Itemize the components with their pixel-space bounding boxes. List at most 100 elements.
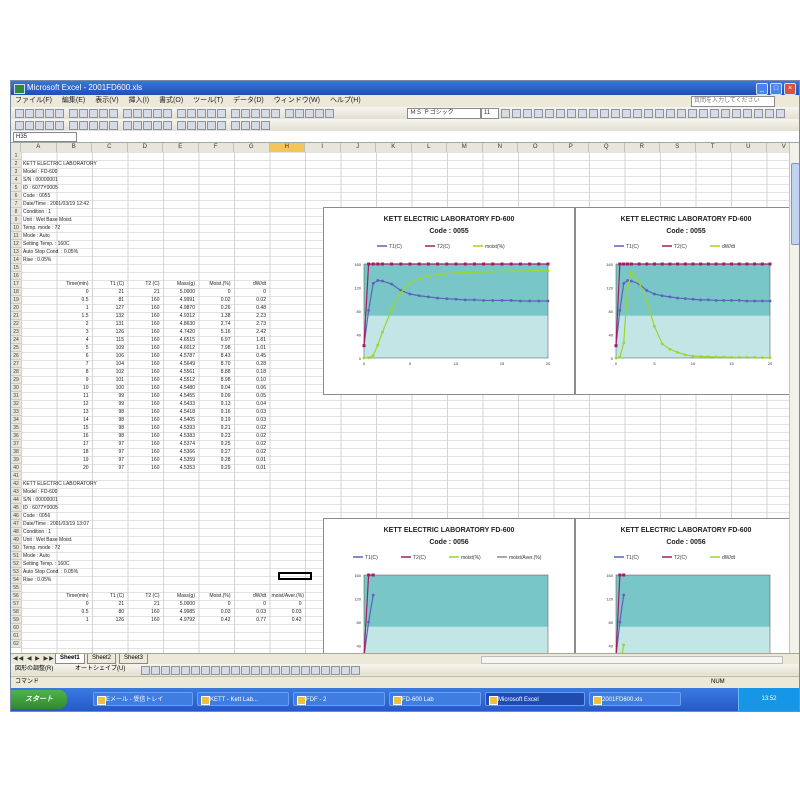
menu-format[interactable]: 書式(O) <box>155 95 187 107</box>
toolbar-button[interactable] <box>231 109 240 118</box>
row-header[interactable]: 62 <box>11 640 21 648</box>
menu-edit[interactable]: 編集(E) <box>58 95 89 107</box>
toolbar-button[interactable] <box>177 121 186 130</box>
column-header-s[interactable]: S <box>660 143 696 152</box>
row-header[interactable]: 33 <box>11 408 21 416</box>
row-header[interactable]: 19 <box>11 296 21 304</box>
taskbar-item[interactable]: 2001FD600.xls <box>589 692 681 706</box>
row-header[interactable]: 7 <box>11 200 21 208</box>
drawing-tool-button[interactable] <box>251 666 260 675</box>
toolbar-button[interactable] <box>197 121 206 130</box>
worksheet[interactable]: ABCDEFGHIJKLMNOPQRSTUV 1 2 3 4 5 6 7 8 9 10 11 12 13… <box>11 143 789 653</box>
maximize-button[interactable]: □ <box>770 83 782 95</box>
taskbar-item[interactable]: KETT - Kett Lab... <box>197 692 289 706</box>
toolbar-button[interactable] <box>677 109 686 118</box>
start-button[interactable]: スタート <box>11 690 67 709</box>
row-header[interactable]: 61 <box>11 632 21 640</box>
toolbar-button[interactable] <box>25 121 34 130</box>
row-header[interactable]: 36 <box>11 432 21 440</box>
row-header[interactable]: 28 <box>11 368 21 376</box>
toolbar-button[interactable] <box>743 109 752 118</box>
row-header[interactable]: 40 <box>11 464 21 472</box>
row-header[interactable]: 9 <box>11 216 21 224</box>
toolbar-button[interactable] <box>99 109 108 118</box>
vertical-scrollbar[interactable] <box>789 143 799 653</box>
toolbar-button[interactable] <box>644 109 653 118</box>
row-header[interactable]: 16 <box>11 272 21 280</box>
taskbar-item[interactable]: Eメール - 受信トレイ <box>93 692 193 706</box>
toolbar-button[interactable] <box>545 109 554 118</box>
drawing-tool-button[interactable] <box>241 666 250 675</box>
row-header[interactable]: 44 <box>11 496 21 504</box>
toolbar-button[interactable] <box>721 109 730 118</box>
row-header[interactable]: 17 <box>11 280 21 288</box>
column-header-n[interactable]: N <box>483 143 518 152</box>
help-question-box[interactable]: 質問を入力してください <box>691 96 775 107</box>
toolbar-button[interactable] <box>512 109 521 118</box>
toolbar-button[interactable] <box>79 109 88 118</box>
column-header-a[interactable]: A <box>21 143 57 152</box>
row-header[interactable]: 46 <box>11 512 21 520</box>
toolbar-button[interactable] <box>143 109 152 118</box>
active-cell[interactable] <box>278 572 312 580</box>
row-header[interactable]: 10 <box>11 224 21 232</box>
column-header-u[interactable]: U <box>731 143 767 152</box>
row-header[interactable]: 20 <box>11 304 21 312</box>
toolbar-button[interactable] <box>600 109 609 118</box>
drawing-tool-button[interactable] <box>261 666 270 675</box>
chart-0056-moisture[interactable]: KETT ELECTRIC LABORATORY FD-600 Code : 0… <box>323 518 575 653</box>
toolbar-button[interactable] <box>55 121 64 130</box>
toolbar-button[interactable] <box>15 109 24 118</box>
toolbar-button[interactable] <box>123 121 132 130</box>
toolbar-button[interactable] <box>699 109 708 118</box>
row-header[interactable]: 13 <box>11 248 21 256</box>
row-header[interactable]: 54 <box>11 576 21 584</box>
toolbar-button[interactable] <box>732 109 741 118</box>
row-header[interactable]: 49 <box>11 536 21 544</box>
drawing-tool-button[interactable] <box>141 666 150 675</box>
row-header[interactable]: 25 <box>11 344 21 352</box>
toolbar-button[interactable] <box>633 109 642 118</box>
toolbar-button[interactable] <box>153 121 162 130</box>
tab-sheet3[interactable]: Sheet3 <box>119 654 149 664</box>
toolbar-button[interactable] <box>501 109 510 118</box>
column-header-m[interactable]: M <box>447 143 483 152</box>
toolbar-button[interactable] <box>207 121 216 130</box>
row-header[interactable]: 2 <box>11 160 21 168</box>
toolbar-button[interactable] <box>143 121 152 130</box>
toolbar-button[interactable] <box>69 121 78 130</box>
row-header[interactable]: 3 <box>11 168 21 176</box>
horizontal-scrollbar[interactable] <box>481 656 783 664</box>
toolbar-button[interactable] <box>567 109 576 118</box>
autoshape-button[interactable]: オートシェイプ(U) <box>75 664 125 675</box>
column-header-r[interactable]: R <box>625 143 660 152</box>
row-header[interactable]: 57 <box>11 600 21 608</box>
toolbar-button[interactable] <box>241 121 250 130</box>
toolbar-button[interactable] <box>153 109 162 118</box>
row-header[interactable]: 21 <box>11 312 21 320</box>
drawing-tool-button[interactable] <box>181 666 190 675</box>
column-header-c[interactable]: C <box>92 143 128 152</box>
column-header-g[interactable]: G <box>234 143 270 152</box>
column-header-i[interactable]: I <box>305 143 341 152</box>
toolbar-button[interactable] <box>187 121 196 130</box>
column-header-f[interactable]: F <box>199 143 234 152</box>
toolbar-button[interactable] <box>241 109 250 118</box>
menu-help[interactable]: ヘルプ(H) <box>326 95 365 107</box>
toolbar-button[interactable] <box>251 121 260 130</box>
menu-file[interactable]: ファイル(F) <box>11 95 56 107</box>
row-header[interactable]: 39 <box>11 456 21 464</box>
column-header-d[interactable]: D <box>128 143 163 152</box>
column-header-t[interactable]: T <box>696 143 731 152</box>
row-header[interactable]: 37 <box>11 440 21 448</box>
row-header[interactable]: 60 <box>11 624 21 632</box>
row-header[interactable]: 59 <box>11 616 21 624</box>
row-header[interactable]: 11 <box>11 232 21 240</box>
drawing-tool-button[interactable] <box>301 666 310 675</box>
toolbar-button[interactable] <box>710 109 719 118</box>
toolbar-button[interactable] <box>261 109 270 118</box>
toolbar-button[interactable] <box>556 109 565 118</box>
toolbar-button[interactable] <box>666 109 675 118</box>
tab-sheet1[interactable]: Sheet1 <box>55 654 85 664</box>
toolbar-button[interactable] <box>285 109 294 118</box>
